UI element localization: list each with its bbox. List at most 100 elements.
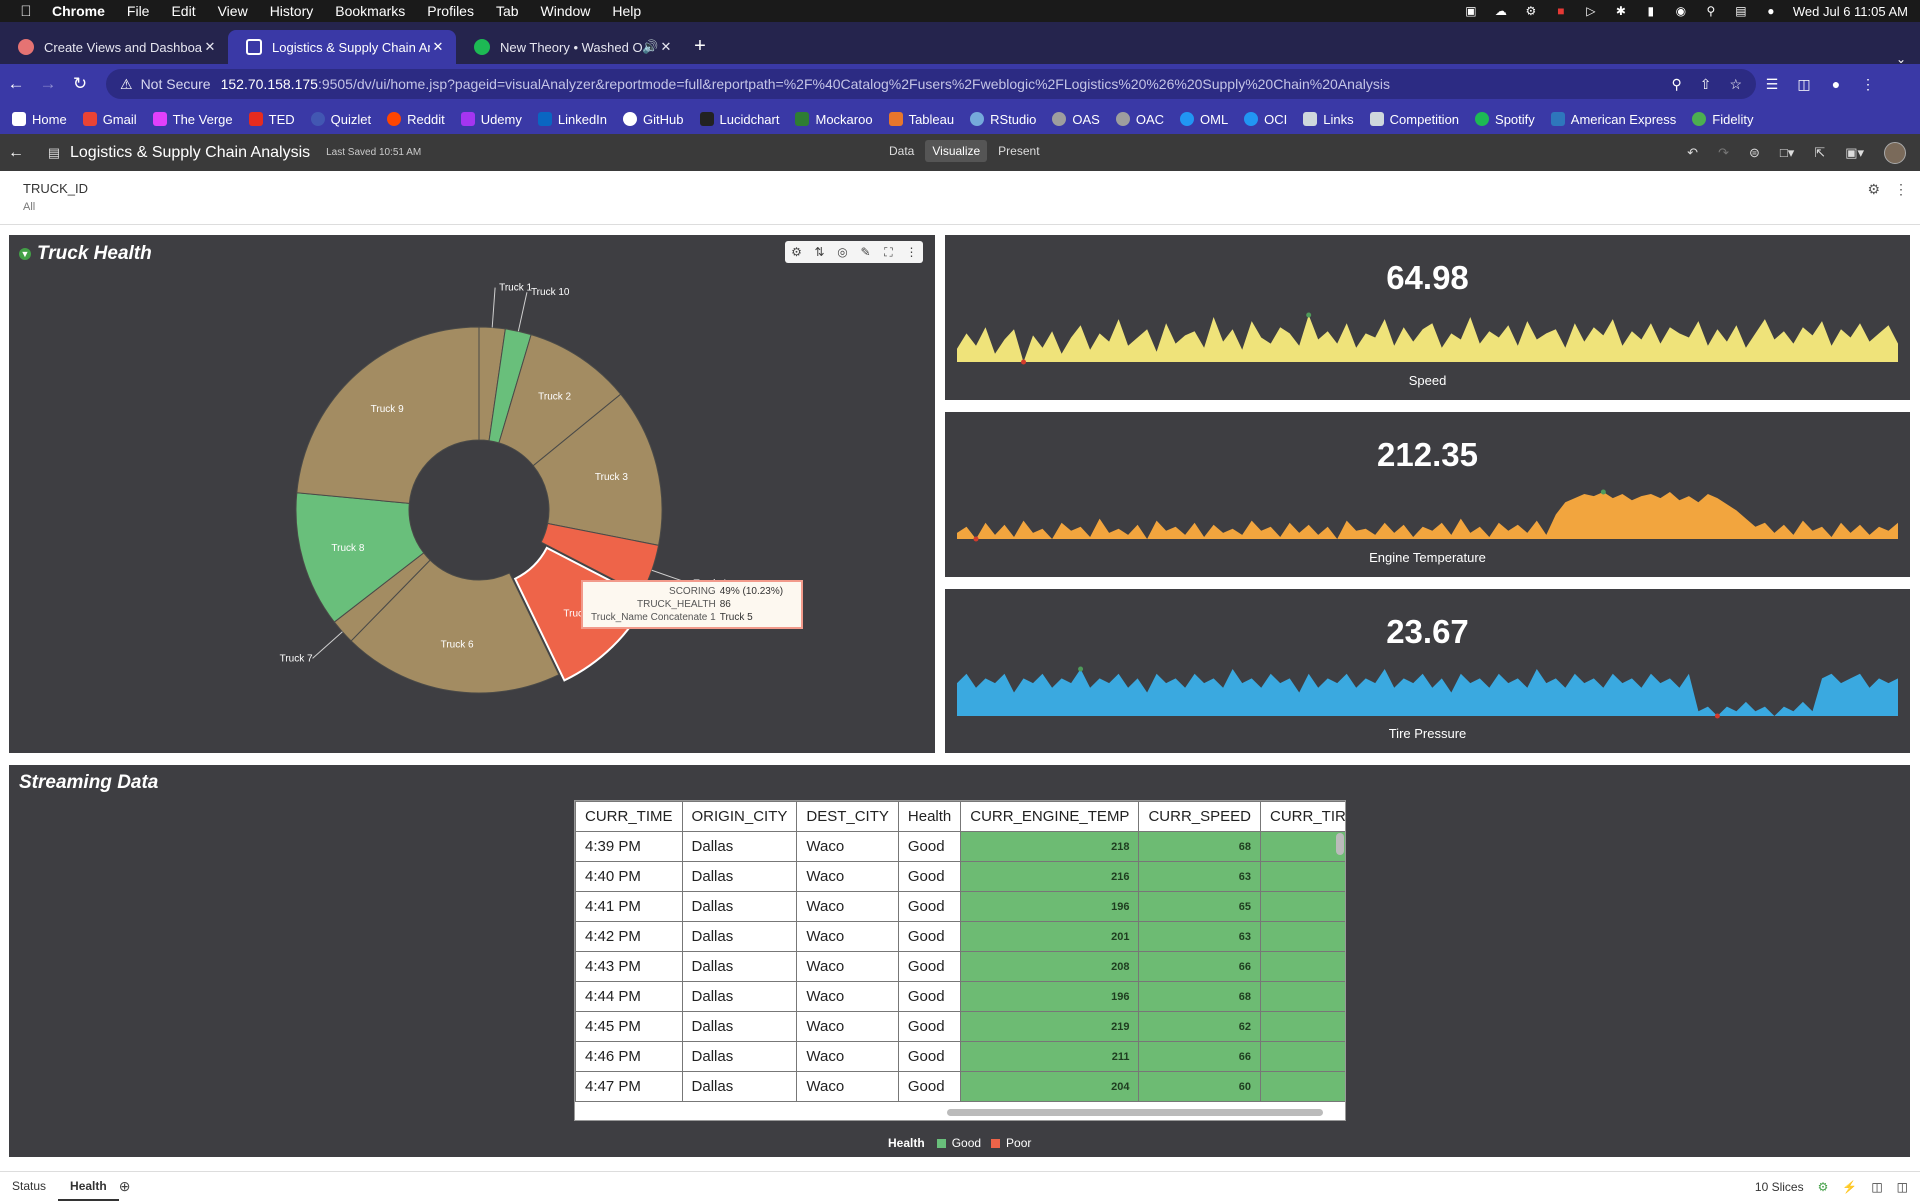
undo-icon[interactable]: ↶ — [1687, 145, 1698, 161]
bookmark-reddit[interactable]: Reddit — [387, 112, 445, 127]
bookmark-home[interactable]: Home — [12, 112, 67, 127]
menu-window[interactable]: Window — [541, 3, 591, 19]
table-vertical-scrollbar[interactable] — [1336, 833, 1344, 855]
user-avatar[interactable] — [1884, 142, 1906, 164]
split-view-icon[interactable]: ◫ — [1897, 1180, 1908, 1194]
wifi-icon[interactable]: ◉ — [1673, 5, 1689, 17]
table-row[interactable]: 4:41 PMDallasWacoGood1966527 — [575, 891, 1345, 922]
bookmark-spotify[interactable]: Spotify — [1475, 112, 1535, 127]
column-header[interactable]: DEST_CITY — [796, 801, 899, 832]
play-icon[interactable]: ▷ — [1583, 5, 1599, 17]
table-row[interactable]: 4:39 PMDallasWacoGood2186826 — [575, 831, 1345, 862]
menu-file[interactable]: File — [127, 3, 150, 19]
zoom-lens-icon[interactable]: ⚲ — [1671, 76, 1681, 93]
canvas-tab-status[interactable]: Status — [0, 1172, 58, 1201]
apple-icon[interactable]:  — [0, 3, 52, 20]
close-tab-icon[interactable]: ✕ — [202, 39, 218, 55]
browser-tab-create-views[interactable]: Create Views and Dashboards ✕ — [0, 30, 228, 64]
filter-value[interactable]: All — [23, 201, 35, 213]
bookmark-oci[interactable]: OCI — [1244, 112, 1287, 127]
side-panel-icon[interactable]: ◫ — [1788, 76, 1820, 93]
table-row[interactable]: 4:45 PMDallasWacoGood2196227 — [575, 1011, 1345, 1042]
add-canvas-icon[interactable]: ⊕ — [119, 1178, 131, 1195]
truck-health-panel[interactable]: ▼ Truck Health ⚙ ⇅ ◎ ✎ ⛶ ⋮ Truck 1 Truck 1… — [9, 235, 935, 753]
table-row[interactable]: 4:44 PMDallasWacoGood1966826 — [575, 981, 1345, 1012]
menu-bookmarks[interactable]: Bookmarks — [335, 3, 405, 19]
browser-tab-spotify[interactable]: New Theory • Washed Out 🔊 ✕ — [456, 30, 684, 64]
bluetooth-icon[interactable]: ✱ — [1613, 5, 1629, 17]
menu-history[interactable]: History — [270, 3, 314, 19]
redo-icon[interactable]: ↷ — [1718, 145, 1729, 161]
reload-icon[interactable]: ↻ — [64, 74, 96, 94]
workbook-title[interactable]: Logistics & Supply Chain Analysis — [70, 144, 310, 162]
table-row[interactable]: 4:47 PMDallasWacoGood2046024 — [575, 1071, 1345, 1102]
legend-label-poor[interactable]: Poor — [1006, 1136, 1031, 1150]
column-header[interactable]: CURR_ENGINE_TEMP — [960, 801, 1140, 832]
sparkline-area[interactable] — [957, 492, 1898, 539]
bookmark-mockaroo[interactable]: Mockaroo — [795, 112, 873, 127]
bookmark-oac[interactable]: OAC — [1115, 112, 1164, 127]
column-header[interactable]: CURR_TIRE_PRESS — [1259, 801, 1345, 832]
export-icon[interactable]: ⇱ — [1814, 145, 1825, 161]
control-center-icon[interactable]: ▤ — [1733, 5, 1749, 17]
sync-icon[interactable]: ⚙ — [1523, 5, 1539, 17]
speed-kpi-panel[interactable]: 64.98 Speed — [945, 235, 1910, 400]
bookmark-the-verge[interactable]: The Verge — [152, 112, 233, 127]
table-row[interactable]: 4:42 PMDallasWacoGood2016324 — [575, 921, 1345, 952]
zoom-icon[interactable]: ▣ — [1463, 5, 1479, 17]
battery-icon[interactable]: ▮ — [1643, 5, 1659, 17]
close-tab-icon[interactable]: ✕ — [658, 39, 674, 55]
spotlight-search-icon[interactable]: ⚲ — [1703, 5, 1719, 17]
bookmark-github[interactable]: GitHub — [623, 112, 684, 127]
column-header[interactable]: CURR_SPEED — [1138, 801, 1261, 832]
menu-app-name[interactable]: Chrome — [52, 3, 105, 19]
mode-visualize[interactable]: Visualize — [925, 140, 988, 162]
comment-icon[interactable]: □▾ — [1780, 145, 1794, 161]
menu-profiles[interactable]: Profiles — [427, 3, 474, 19]
table-row[interactable]: 4:40 PMDallasWacoGood2166323 — [575, 861, 1345, 892]
refresh-data-icon[interactable]: ⊜ — [1749, 145, 1760, 161]
filter-settings-icon[interactable]: ⚙ — [1867, 181, 1880, 198]
browser-tab-logistics[interactable]: Logistics & Supply Chain Analysis ✕ — [228, 30, 456, 64]
profile-avatar-icon[interactable]: ● — [1820, 76, 1852, 92]
auto-apply-icon[interactable]: ⚡ — [1842, 1180, 1857, 1194]
share-icon[interactable]: ⇧ — [1700, 76, 1712, 93]
bookmark-linkedin[interactable]: LinkedIn — [537, 112, 607, 127]
bookmark-folder-competition[interactable]: Competition — [1369, 112, 1459, 127]
bookmark-ted[interactable]: TED — [248, 112, 295, 127]
bookmark-udemy[interactable]: Udemy — [460, 112, 522, 127]
sparkline-area[interactable] — [957, 669, 1898, 716]
forward-arrow-icon[interactable]: → — [32, 74, 64, 94]
mode-data[interactable]: Data — [882, 140, 921, 162]
save-icon[interactable]: ▣▾ — [1845, 145, 1864, 161]
column-header[interactable]: Health — [897, 801, 962, 832]
bookmark-folder-links[interactable]: Links — [1303, 112, 1354, 127]
engine-temp-kpi-panel[interactable]: 212.35 Engine Temperature — [945, 412, 1910, 577]
reading-list-icon[interactable]: ☰ — [1756, 76, 1788, 93]
column-header[interactable]: CURR_TIME — [575, 801, 683, 832]
bookmark-lucidchart[interactable]: Lucidchart — [699, 112, 779, 127]
back-arrow-icon[interactable]: ← — [0, 74, 32, 94]
bookmark-american-express[interactable]: American Express — [1550, 112, 1676, 127]
canvas-tab-health[interactable]: Health — [58, 1172, 119, 1201]
bookmark-oml[interactable]: OML — [1180, 112, 1228, 127]
kebab-menu-icon[interactable]: ⋮ — [1852, 76, 1884, 93]
bookmark-rstudio[interactable]: RStudio — [970, 112, 1036, 127]
filter-menu-icon[interactable]: ⋮ — [1894, 181, 1908, 198]
siri-icon[interactable]: ● — [1763, 5, 1779, 17]
sparkline-area[interactable] — [957, 315, 1898, 362]
close-tab-icon[interactable]: ✕ — [430, 39, 446, 55]
menu-edit[interactable]: Edit — [171, 3, 195, 19]
warning-icon[interactable]: ⚠ — [120, 76, 133, 93]
menubar-clock[interactable]: Wed Jul 6 11:05 AM — [1793, 4, 1908, 19]
antivirus-icon[interactable]: ■ — [1553, 5, 1569, 17]
column-header[interactable]: ORIGIN_CITY — [681, 801, 798, 832]
bookmark-star-icon[interactable]: ☆ — [1729, 76, 1742, 93]
donut-slice-truck-9[interactable] — [296, 326, 480, 504]
bookmark-oas[interactable]: OAS — [1052, 112, 1100, 127]
menu-view[interactable]: View — [218, 3, 248, 19]
address-bar[interactable]: ⚠ Not Secure 152.70.158.175:9505/dv/ui/h… — [106, 69, 1756, 99]
filter-name[interactable]: TRUCK_ID — [23, 181, 88, 196]
layout-icon[interactable]: ◫ — [1871, 1180, 1882, 1194]
speaker-icon[interactable]: 🔊 — [642, 39, 658, 55]
